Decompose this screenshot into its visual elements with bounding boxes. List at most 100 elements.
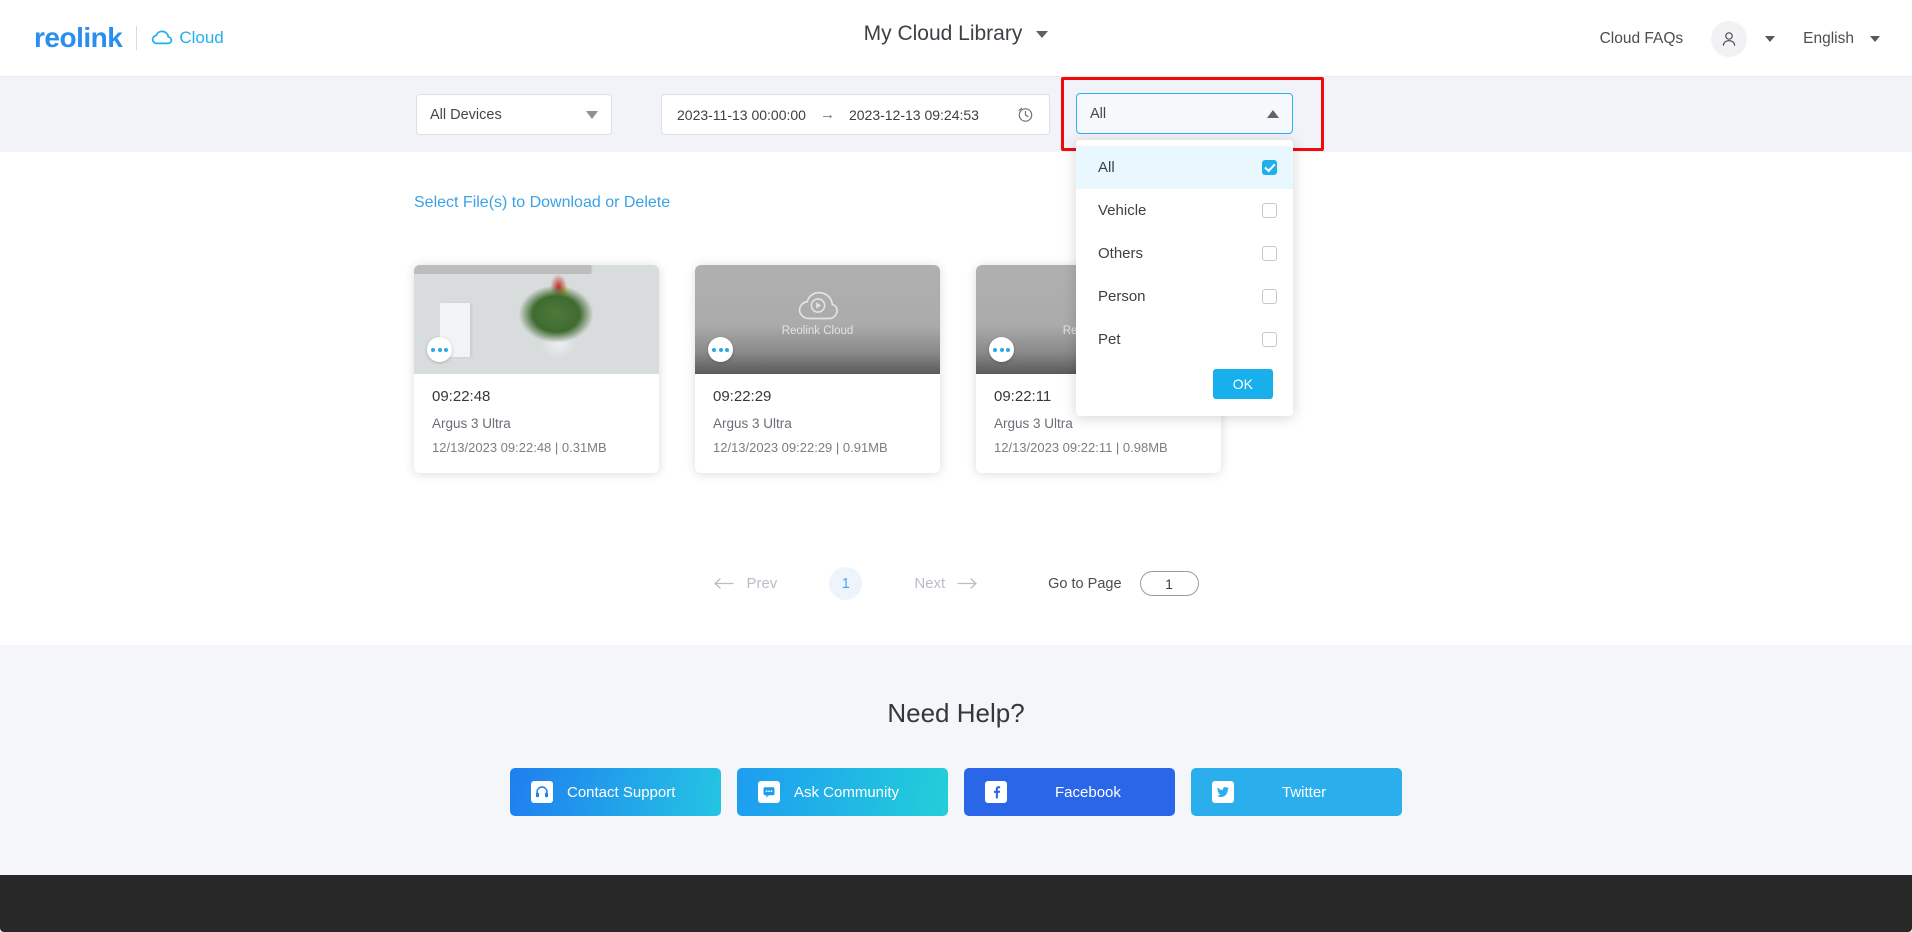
page-number-1[interactable]: 1 [829, 567, 863, 600]
dot [718, 347, 723, 352]
go-to-page-input[interactable] [1139, 571, 1199, 596]
cloud-icon [151, 30, 173, 46]
card-thumbnail[interactable] [414, 265, 659, 374]
card-body: 09:22:29 Argus 3 Ultra 12/13/2023 09:22:… [695, 374, 940, 473]
checkbox-person[interactable] [1262, 289, 1277, 304]
help-section: Need Help? Contact Support Ask Community… [0, 645, 1912, 875]
dropdown-option-label: Pet [1098, 331, 1121, 348]
dropdown-option-label: All [1098, 159, 1115, 176]
brand-logo-group[interactable]: reolink Cloud [34, 22, 224, 54]
facebook-button[interactable]: Facebook [964, 768, 1175, 816]
account-menu[interactable] [1711, 20, 1776, 57]
placeholder-label: Reolink Cloud [781, 325, 854, 337]
chat-icon [758, 781, 780, 803]
help-title: Need Help? [887, 698, 1025, 728]
checkbox-pet[interactable] [1262, 332, 1277, 347]
language-label: English [1803, 29, 1854, 47]
card-device: Argus 3 Ultra [432, 416, 511, 431]
dot [712, 347, 716, 352]
dropdown-option-pet[interactable]: Pet [1076, 318, 1293, 361]
ok-button[interactable]: OK [1212, 368, 1273, 399]
dropdown-option-all[interactable]: All [1076, 146, 1293, 189]
dot [437, 347, 442, 352]
avatar[interactable] [1711, 20, 1748, 57]
card-thumbnail[interactable]: Reolink Cloud [695, 265, 940, 374]
card-options-button[interactable] [989, 337, 1014, 362]
facebook-icon [985, 781, 1007, 803]
app-page: reolink Cloud My Cloud Library Cloud FAQ… [0, 0, 1912, 932]
arrow-left-icon [713, 578, 735, 589]
device-select[interactable]: All Devices [416, 94, 612, 135]
dot [725, 347, 729, 352]
select-files-link[interactable]: Select File(s) to Download or Delete [414, 194, 670, 212]
checkbox-vehicle[interactable] [1262, 203, 1277, 218]
cloud-brand-label: Cloud [179, 28, 224, 47]
prev-page-button[interactable]: Prev [713, 575, 777, 592]
arrow-right-icon [957, 578, 978, 589]
card-meta: 12/13/2023 09:22:29 | 0.91MB [713, 440, 888, 455]
language-menu[interactable]: English [1803, 30, 1880, 48]
account-chevron-down-icon[interactable] [1765, 35, 1776, 42]
next-page-button[interactable]: Next [914, 575, 978, 592]
media-card[interactable]: Reolink Cloud 09:22:29 Argus 3 Ultra 12/… [695, 265, 940, 473]
facebook-label: Facebook [1055, 783, 1121, 801]
chevron-down-icon [586, 110, 598, 119]
card-device: Argus 3 Ultra [713, 416, 792, 431]
card-device: Argus 3 Ultra [994, 416, 1073, 431]
date-range-picker[interactable]: 2023-11-13 00:00:00 → 2023-12-13 09:24:5… [661, 94, 1050, 135]
dropdown-option-others[interactable]: Others [1076, 232, 1293, 275]
dot [1006, 347, 1010, 352]
next-page-label: Next [914, 575, 946, 592]
dropdown-option-person[interactable]: Person [1076, 275, 1293, 318]
cloud-play-icon [796, 290, 840, 322]
dot [999, 347, 1004, 352]
contact-support-label: Contact Support [567, 783, 676, 801]
thumbnail-image [414, 265, 659, 374]
cloud-brand-group: Cloud [151, 28, 224, 48]
dropdown-option-vehicle[interactable]: Vehicle [1076, 189, 1293, 232]
chevron-up-icon [1267, 109, 1279, 118]
date-range-end[interactable]: 2023-12-13 09:24:53 [849, 107, 979, 123]
card-options-button[interactable] [708, 337, 733, 362]
type-select-value: All [1090, 105, 1107, 122]
card-meta: 12/13/2023 09:22:11 | 0.98MB [994, 440, 1168, 455]
page-title-dropdown[interactable]: My Cloud Library [864, 22, 1049, 46]
page-footer [0, 875, 1912, 932]
card-body: 09:22:48 Argus 3 Ultra 12/13/2023 09:22:… [414, 374, 659, 473]
checkbox-others[interactable] [1262, 246, 1277, 261]
twitter-label: Twitter [1282, 783, 1327, 801]
language-chevron-down-icon[interactable] [1870, 35, 1880, 42]
card-options-button[interactable] [427, 337, 452, 362]
pagination: Prev 1 Next Go to Page [0, 567, 1912, 600]
filter-bar: All Devices 2023-11-13 00:00:00 → 2023-1… [0, 77, 1912, 152]
help-buttons: Contact Support Ask Community Facebook T… [0, 768, 1912, 816]
ask-community-label: Ask Community [794, 783, 900, 801]
dropdown-option-label: Vehicle [1098, 202, 1147, 219]
page-title: My Cloud Library [863, 22, 1023, 45]
device-select-value: All Devices [430, 106, 502, 123]
cloud-faqs-link[interactable]: Cloud FAQs [1600, 30, 1684, 48]
brand-divider [136, 26, 138, 50]
go-to-page-label: Go to Page [1048, 575, 1122, 592]
card-time: 09:22:29 [713, 388, 772, 405]
twitter-icon [1212, 781, 1234, 803]
clock-icon[interactable] [1017, 106, 1034, 123]
chevron-down-icon [1036, 30, 1049, 38]
dropdown-footer: OK [1076, 361, 1293, 416]
type-filter-dropdown: All Vehicle Others Person Pet OK [1076, 140, 1293, 416]
dot [444, 347, 448, 352]
card-time: 09:22:48 [432, 388, 491, 405]
type-select[interactable]: All [1076, 93, 1293, 134]
date-range-start[interactable]: 2023-11-13 00:00:00 [677, 107, 806, 123]
arrow-right-icon: → [819, 106, 835, 123]
twitter-button[interactable]: Twitter [1191, 768, 1402, 816]
ask-community-button[interactable]: Ask Community [737, 768, 948, 816]
contact-support-button[interactable]: Contact Support [510, 768, 721, 816]
checkbox-all[interactable] [1262, 160, 1277, 175]
reolink-wordmark: reolink [34, 22, 123, 53]
dot [993, 347, 997, 352]
media-card[interactable]: 09:22:48 Argus 3 Ultra 12/13/2023 09:22:… [414, 265, 659, 473]
prev-page-label: Prev [746, 575, 778, 592]
main-content: Select File(s) to Download or Delete 09:… [0, 152, 1912, 645]
header-actions: Cloud FAQs English [1600, 0, 1880, 77]
